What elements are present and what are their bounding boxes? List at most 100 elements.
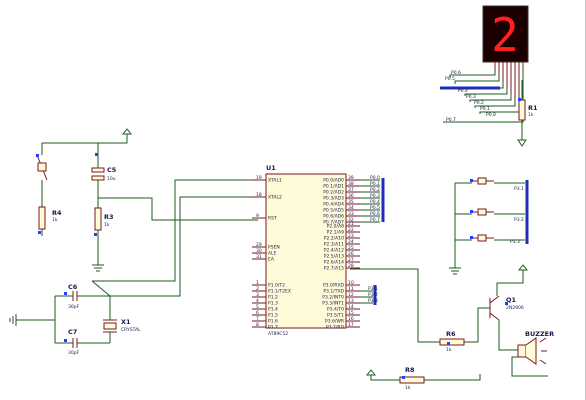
mcu-pin-num-8: 8	[256, 322, 259, 328]
mcu-pin-num-35: 35	[348, 199, 354, 205]
display-pin-labels: P0.6 P0.5 P0.4 P0.3 P0.2 P0.1 P0.0 P0.7	[445, 70, 496, 123]
seven-segment-display[interactable]: 2 P0.6 P0.5 P0.4 P0.3 P0.2 P0.1 P0.0 P0.…	[440, 5, 529, 123]
c5-plate-bottom	[91, 175, 105, 181]
mcu-pin-name-18: XTAL2	[268, 195, 282, 201]
x1-ref: X1	[121, 318, 131, 326]
mcu-pin-num-36: 36	[348, 193, 354, 199]
mcu-pin-name-4: P1.3	[268, 301, 278, 307]
ground-icon	[517, 139, 527, 147]
r4-value: 1k	[52, 217, 58, 223]
c6-ref: C6	[68, 283, 78, 291]
mcu-pin-name-35: P0.4/AD4	[323, 202, 344, 208]
buzzer[interactable]: BUZZER	[517, 330, 554, 365]
mcu-pin-name-15: P3.5/T1	[327, 313, 344, 319]
svg-text:P0.4: P0.4	[458, 88, 468, 94]
mcu-pin-num-2: 2	[256, 286, 259, 292]
capacitor-c6[interactable]: C6 30pF	[55, 283, 110, 310]
reset-button-body	[37, 162, 47, 172]
mcu-pin-name-29: PSEN	[268, 245, 280, 251]
mcu-pin-num-31: 31	[256, 254, 262, 260]
mcu-part: AT89C52	[268, 331, 288, 337]
transistor-q1[interactable]: Q1 2N2906	[489, 295, 524, 321]
mcu-pin-name-8: P1.7	[268, 325, 278, 331]
resistor-r1[interactable]: R1 1k	[518, 80, 538, 140]
mcu-pin-num-37: 37	[348, 187, 354, 193]
mcu-ref: U1	[266, 164, 276, 172]
resistor-r6[interactable]: R6 1k	[439, 330, 465, 353]
resistor-r4[interactable]: R4 1k	[38, 206, 62, 236]
mcu-pin-name-23: P2.2/A10	[324, 236, 344, 242]
mcu-pin-name-38: P0.1/AD1	[323, 184, 344, 190]
r8-wire	[424, 374, 481, 381]
mcu-pin-name-28: P2.7/A15	[324, 266, 344, 272]
mcu-pin-num-26: 26	[348, 251, 354, 257]
p0-bus-label-1: P0.1	[370, 181, 380, 187]
mcu-pin-name-3: P1.2	[268, 295, 278, 301]
switch-2[interactable]	[455, 208, 525, 216]
mcu-pin-name-17: P3.7/RD	[326, 325, 345, 331]
svg-text:P3.1: P3.1	[514, 186, 524, 192]
mcu-pin-num-38: 38	[348, 181, 354, 187]
r6-ref: R6	[446, 330, 456, 338]
p0-bus-label-3: P0.3	[370, 193, 380, 199]
reset-button[interactable]	[36, 143, 48, 207]
r3-body	[94, 207, 102, 231]
capacitor-c7[interactable]: C7 30pF	[55, 328, 110, 356]
mcu-pin-num-24: 24	[348, 239, 354, 245]
r6-value: 1k	[446, 347, 452, 353]
switch-1[interactable]	[455, 177, 525, 185]
mcu-pin-name-31: EA	[268, 257, 275, 263]
mcu-pin-name-9: RST	[268, 216, 277, 222]
power-icon	[121, 128, 133, 135]
mcu-pin-num-1: 1	[256, 280, 259, 286]
c7-ref: C7	[68, 328, 77, 336]
mcu-pin-num-18: 18	[256, 192, 262, 198]
r1-ref: R1	[528, 104, 538, 112]
mcu-pin-name-30: ALE	[268, 251, 277, 257]
mcu-pin-name-25: P2.4/A12	[324, 248, 344, 254]
svg-text:P0.6: P0.6	[451, 70, 461, 76]
svg-text:P0.1: P0.1	[480, 106, 490, 112]
p0-bus-label-0: P0.0	[370, 175, 380, 181]
mcu-pin-name-34: P0.5/AD5	[323, 208, 344, 214]
r8-ref: R8	[405, 366, 415, 374]
q1-collector-wire	[498, 320, 518, 351]
mcu-pin-name-2: P1.1/T2EX	[268, 289, 291, 295]
mcu-pin-num-4: 4	[256, 298, 259, 304]
rst-wire	[98, 197, 258, 221]
mcu-pin-name-26: P2.5/A13	[324, 254, 344, 260]
mcu-pin-num-22: 22	[348, 227, 354, 233]
r3-ref: R3	[104, 213, 114, 221]
mcu-pin-name-39: P0.0/AD0	[323, 178, 344, 184]
p0-bus-label-5: P0.5	[370, 205, 380, 211]
svg-text:P3.2: P3.2	[514, 217, 524, 223]
mcu-pin-num-33: 33	[348, 211, 354, 217]
xtal1-wire	[92, 179, 258, 282]
mcu-pin-num-28: 28	[348, 263, 354, 269]
mcu-pin-name-22: P2.1/A9	[327, 230, 344, 236]
mcu-pin-num-29: 29	[256, 242, 262, 248]
x1-body	[103, 322, 117, 330]
mcu-pin-num-17: 17	[348, 322, 354, 328]
mcu-pin-num-9: 9	[256, 213, 259, 219]
mcu-pin-num-10: 10	[348, 280, 354, 286]
mcu-pin-num-30: 30	[256, 248, 262, 254]
crystal-x1[interactable]: X1 CRYSTAL	[103, 296, 141, 343]
svg-text:P0.0: P0.0	[486, 112, 496, 118]
mcu-pin-num-27: 27	[348, 257, 354, 263]
r1-value: 1k	[528, 112, 534, 118]
display-digit: 2	[491, 8, 519, 62]
mcu-pin-num-13: 13	[348, 298, 354, 304]
p0-bus-label-4: P0.4	[370, 199, 380, 205]
mcu-pin-name-36: P0.3/AD3	[323, 196, 344, 202]
r1-body	[518, 99, 526, 121]
p0-bus-label-7: P0.7	[370, 217, 380, 223]
mcu-pin-num-3: 3	[256, 292, 259, 298]
mcu-u1[interactable]: U1 AT89C52 19 XTAL118 XTAL29 RST29 PSEN30 ALE…	[252, 164, 380, 337]
mcu-pin-num-25: 25	[348, 245, 354, 251]
mcu-pin-name-12: P3.2/INT0	[322, 295, 344, 301]
mcu-pin-num-39: 39	[348, 175, 354, 181]
mcu-pin-name-14: P3.4/T0	[327, 307, 344, 313]
resistor-r3[interactable]: R3 1k	[94, 207, 114, 265]
mcu-pin-name-6: P1.5	[268, 313, 278, 319]
